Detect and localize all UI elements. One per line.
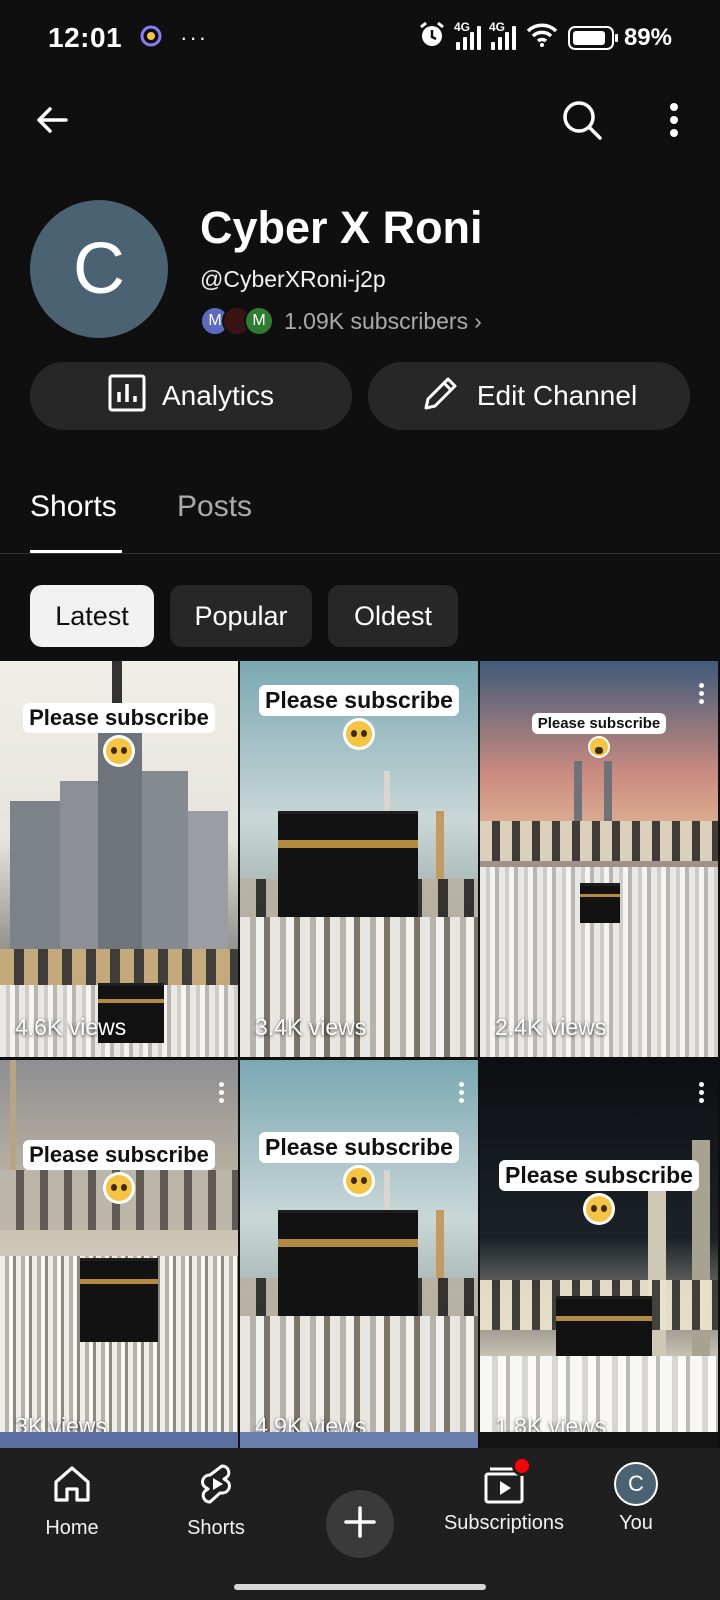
bottom-navigation: Home Shorts Subscriptions C You — [0, 1448, 720, 1600]
signal-icon-2: 4G — [489, 20, 516, 50]
short-thumbnail[interactable]: Please subscribe 1.8K views — [480, 1060, 718, 1456]
analytics-button[interactable]: Analytics — [30, 362, 352, 430]
home-indicator[interactable] — [234, 1584, 486, 1590]
battery-icon — [567, 26, 618, 50]
home-icon — [50, 1462, 94, 1511]
short-thumbnail[interactable]: Please subscribe 3.4K views — [240, 661, 478, 1057]
shorts-icon — [194, 1462, 238, 1511]
subscriber-avatar: M — [244, 306, 274, 336]
short-caption: Please subscribe — [480, 713, 718, 758]
analytics-label: Analytics — [161, 380, 275, 411]
chip-latest[interactable]: Latest — [30, 585, 154, 647]
chevron-right-icon: › — [474, 307, 482, 334]
wifi-icon — [526, 23, 558, 54]
channel-name: Cyber X Roni — [200, 202, 483, 253]
top-app-bar — [0, 86, 720, 156]
short-thumbnail[interactable]: Please subscribe 3K views — [0, 1060, 238, 1456]
pleading-face-icon — [588, 736, 610, 758]
status-overflow: ··· — [180, 25, 209, 50]
tab-posts[interactable]: Posts — [177, 490, 252, 524]
more-vertical-icon[interactable] — [696, 1082, 706, 1103]
short-caption: Please subscribe — [480, 1160, 718, 1225]
edit-channel-label: Edit Channel — [476, 380, 638, 411]
chip-oldest[interactable]: Oldest — [328, 585, 458, 647]
edit-channel-button[interactable]: Edit Channel — [368, 362, 690, 430]
more-vertical-icon[interactable] — [696, 683, 706, 704]
pencil-icon — [421, 373, 461, 420]
pleading-face-icon — [103, 1172, 135, 1204]
more-vertical-icon[interactable] — [456, 1082, 466, 1103]
plus-icon — [342, 1504, 378, 1545]
avatar: C — [614, 1462, 658, 1506]
nav-shorts[interactable]: Shorts — [136, 1462, 296, 1540]
network-type-2: 4G — [488, 20, 505, 34]
pleading-face-icon — [103, 735, 135, 767]
pleading-face-icon — [343, 718, 375, 750]
nav-subscriptions-label: Subscriptions — [443, 1512, 565, 1534]
short-caption: Please subscribe — [240, 685, 478, 750]
channel-handle: @CyberXRoni-j2p — [200, 266, 386, 292]
short-caption: Please subscribe — [240, 1132, 478, 1197]
search-icon[interactable] — [552, 90, 612, 150]
short-thumbnail[interactable]: Please subscribe 2.4K views — [480, 661, 718, 1057]
nav-you[interactable]: C You — [556, 1462, 716, 1535]
subscribers-row[interactable]: M M 1.09K subscribers › — [200, 304, 482, 338]
network-type-1: 4G — [453, 20, 470, 34]
short-caption: Please subscribe — [0, 1140, 238, 1204]
app-notification-icon — [140, 25, 162, 52]
divider — [0, 553, 720, 554]
pleading-face-icon — [343, 1165, 375, 1197]
create-button[interactable] — [326, 1490, 394, 1558]
pleading-face-icon — [583, 1193, 615, 1225]
short-thumbnail[interactable]: Please subscribe 4.9K views — [240, 1060, 478, 1456]
short-views: 3.4K views — [255, 1014, 367, 1040]
short-views: 2.4K views — [495, 1014, 607, 1040]
subscriptions-icon — [482, 1456, 532, 1506]
more-vertical-icon[interactable] — [216, 1082, 226, 1103]
chip-popular[interactable]: Popular — [170, 585, 312, 647]
status-bar: 12:01 ··· 4G 4G 89% — [0, 0, 720, 76]
analytics-icon — [108, 374, 146, 419]
signal-icon: 4G — [454, 20, 481, 50]
short-caption: Please subscribe — [0, 703, 238, 767]
more-vertical-icon[interactable] — [644, 90, 704, 150]
short-views: 4.6K views — [15, 1014, 127, 1040]
nav-home[interactable]: Home — [0, 1462, 152, 1540]
notification-badge — [512, 1456, 532, 1476]
back-arrow-icon[interactable] — [22, 90, 82, 150]
tab-shorts[interactable]: Shorts — [30, 490, 117, 524]
alarm-icon — [418, 21, 446, 56]
nav-shorts-label: Shorts — [187, 1517, 245, 1539]
channel-avatar[interactable]: C — [30, 200, 168, 338]
short-thumbnail[interactable]: Please subscribe 4.6K views — [0, 661, 238, 1057]
status-time: 12:01 — [48, 22, 123, 53]
battery-percent: 89% — [623, 24, 672, 51]
subscriber-count: 1.09K subscribers — [284, 307, 469, 334]
nav-home-label: Home — [45, 1517, 99, 1539]
nav-you-label: You — [619, 1512, 653, 1534]
